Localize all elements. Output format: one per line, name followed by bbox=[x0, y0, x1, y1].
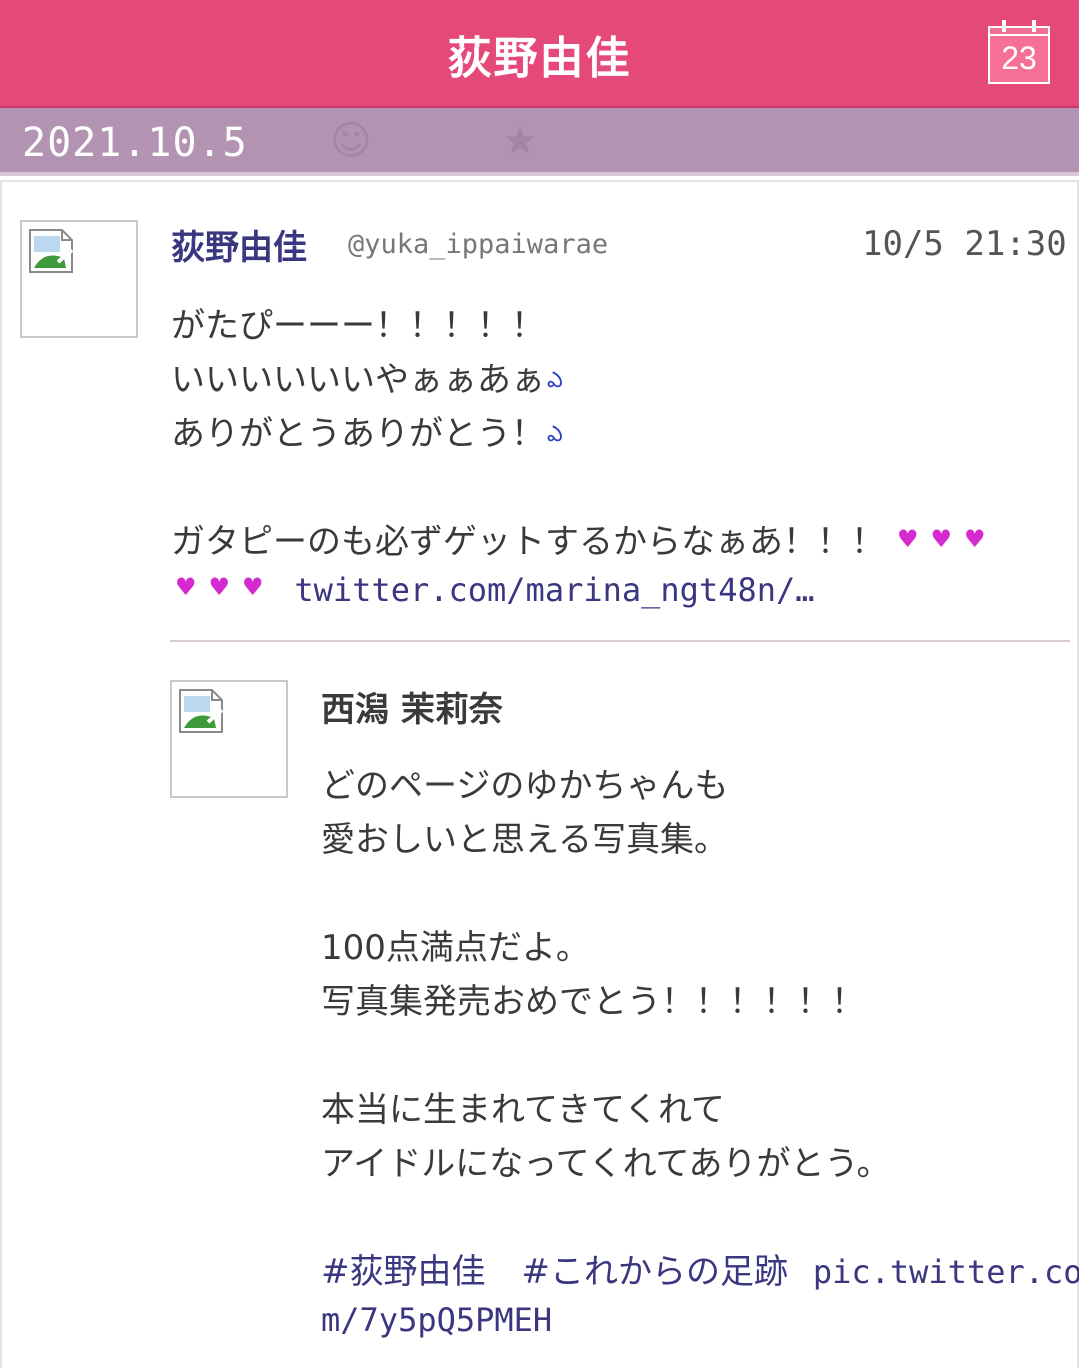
tweet-text-line: ありがとうありがとう！ఎ bbox=[171, 414, 563, 454]
sweat-face-icon: ఎ bbox=[547, 368, 563, 393]
author-name[interactable]: 荻野由佳 bbox=[171, 220, 307, 269]
broken-image-icon bbox=[29, 229, 74, 273]
hashtag-link[interactable]: #荻野由佳 bbox=[321, 1252, 486, 1292]
page-title: 荻野由佳 bbox=[447, 33, 632, 84]
author-avatar[interactable] bbox=[20, 220, 138, 338]
hashtag-link[interactable]: #これからの足跡 bbox=[522, 1252, 789, 1292]
heart-icon: ♥ bbox=[964, 525, 986, 553]
quoted-text-line: 本当に生まれてきてくれて bbox=[321, 1090, 725, 1130]
heart-icon: ♥ bbox=[208, 573, 231, 601]
broken-image-icon bbox=[179, 689, 224, 733]
heart-icon: ♥ bbox=[930, 525, 953, 553]
pic-link[interactable]: pic.twitter.co bbox=[813, 1253, 1079, 1291]
author-handle[interactable]: @yuka_ippaiwarae bbox=[348, 229, 608, 260]
quoted-text-line: 写真集発売おめでとう！！！！！！ bbox=[321, 982, 865, 1022]
quoted-author-avatar[interactable] bbox=[170, 680, 288, 798]
calendar-day: 23 bbox=[1001, 40, 1037, 76]
post-date: 2021.10.5 bbox=[22, 120, 248, 166]
quoted-text-line: どのページのゆかちゃんも bbox=[321, 766, 729, 806]
date-bar: 2021.10.5 ☺ ★ bbox=[0, 108, 1079, 176]
quoted-text-line: #荻野由佳 #これからの足跡 pic.twitter.co bbox=[321, 1244, 1079, 1293]
quoted-text-line: m/7y5pQ5PMEH bbox=[321, 1300, 552, 1340]
tweet-text-line: ♥ ♥ ♥ twitter.com/marina_ngt48n/… bbox=[171, 570, 815, 610]
quoted-text-line: 愛おしいと思える写真集。 bbox=[321, 820, 728, 860]
tweet-link[interactable]: twitter.com/marina_ngt48n/… bbox=[294, 571, 814, 609]
quoted-text-line: 100点満点だよ。 bbox=[321, 928, 590, 968]
quoted-author-name[interactable]: 西潟 茉莉奈 bbox=[321, 682, 503, 731]
heart-icon: ♥ bbox=[897, 525, 919, 553]
app-header: 荻野由佳 23 bbox=[0, 0, 1079, 108]
heart-icon: ♥ bbox=[175, 573, 197, 601]
quoted-text-line: アイドルになってくれてありがとう。 bbox=[321, 1144, 891, 1184]
tweet-text-line: いいいいいいやぁぁあぁఎ bbox=[171, 360, 563, 400]
sweat-face-icon: ఎ bbox=[547, 422, 563, 447]
pic-link[interactable]: m/7y5pQ5PMEH bbox=[321, 1301, 552, 1339]
tweet-text-line: ガタピーのも必ずゲットするからなぁあ！！！ ♥ ♥ ♥ bbox=[171, 522, 986, 562]
calendar-icon[interactable]: 23 bbox=[988, 20, 1050, 84]
tweet-timestamp[interactable]: 10/5 21:30 bbox=[862, 224, 1067, 264]
star-icon: ★ bbox=[502, 118, 538, 164]
tweet-text-line: がたぴーーー！！！！！ bbox=[171, 306, 545, 346]
heart-icon: ♥ bbox=[242, 573, 264, 601]
divider bbox=[170, 640, 1070, 642]
decorative-doodle-icon: ☺ bbox=[330, 118, 372, 164]
